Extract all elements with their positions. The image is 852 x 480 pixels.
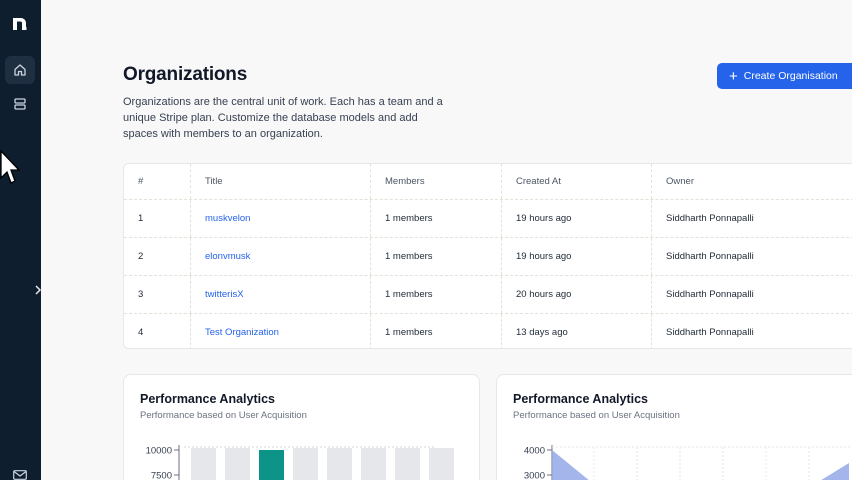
column-header[interactable]: Created At: [502, 164, 652, 199]
sidebar: [0, 0, 47, 480]
card-subtitle: Performance based on User Acquisition: [140, 410, 307, 421]
table-row[interactable]: 3 twitterisX 1 members 20 hours ago Sidd…: [124, 276, 852, 314]
sidebar-item-home[interactable]: [5, 56, 35, 84]
column-header[interactable]: Members: [371, 164, 502, 199]
owner-name: Siddharth Ponnapalli: [666, 251, 754, 262]
row-number: 4: [124, 314, 191, 348]
owner-name: Siddharth Ponnapalli: [666, 289, 754, 300]
y-tick-label: 3000: [524, 471, 545, 480]
card-title: Performance Analytics: [140, 392, 276, 406]
column-header[interactable]: #: [124, 164, 191, 199]
owner-name: Siddharth Ponnapalli: [666, 326, 754, 338]
organization-link[interactable]: Test Organization: [191, 314, 371, 348]
table-row[interactable]: 4 Test Organization 1 members 13 days ag…: [124, 314, 852, 348]
create-organisation-label: Create Organisation: [743, 70, 838, 82]
members-count: 1 members: [371, 200, 502, 237]
bar: [429, 448, 454, 480]
performance-analytics-card: Performance Analytics Performance based …: [496, 374, 852, 480]
bar-chart: 10000 7500: [146, 445, 454, 480]
mail-icon[interactable]: [13, 470, 27, 480]
area-series: [821, 463, 849, 480]
area-series: [552, 450, 589, 480]
page-description: Organizations are the central unit of wo…: [123, 96, 443, 140]
row-number: 3: [124, 276, 191, 313]
bar: [259, 450, 284, 480]
bar: [191, 448, 216, 480]
column-header[interactable]: Owner: [652, 164, 852, 199]
bar: [293, 448, 318, 480]
owner-name: Siddharth Ponnapalli: [666, 213, 754, 224]
bar: [327, 448, 352, 480]
members-count: 1 members: [371, 276, 502, 313]
created-at: 19 hours ago: [502, 200, 652, 237]
sidebar-item-database[interactable]: [5, 90, 35, 118]
bar: [225, 448, 250, 480]
table-header: # Title Members Created At Owner: [124, 164, 852, 200]
database-icon: [14, 98, 26, 110]
row-number: 2: [124, 238, 191, 275]
bar: [395, 448, 420, 480]
create-organisation-button[interactable]: + Create Organisation: [717, 63, 852, 89]
y-tick-label: 10000: [146, 446, 172, 457]
organization-link[interactable]: elonvmusk: [191, 238, 371, 275]
y-tick-label: 7500: [151, 471, 172, 480]
members-count: 1 members: [371, 314, 502, 348]
created-at: 13 days ago: [502, 314, 652, 348]
created-at: 19 hours ago: [502, 238, 652, 275]
table-row[interactable]: 1 muskvelon 1 members 19 hours ago Siddh…: [124, 200, 852, 238]
organizations-table: # Title Members Created At Owner 1 muskv…: [123, 163, 852, 349]
created-at: 20 hours ago: [502, 276, 652, 313]
y-tick-label: 4000: [524, 446, 545, 457]
main-content: Organizations Organizations are the cent…: [41, 0, 852, 480]
bar: [361, 448, 386, 480]
members-count: 1 members: [371, 238, 502, 275]
home-icon: [14, 64, 26, 76]
brand-logo[interactable]: [11, 15, 29, 33]
card-title: Performance Analytics: [513, 392, 649, 406]
card-subtitle: Performance based on User Acquisition: [513, 410, 680, 421]
area-chart: 4000 3000: [524, 445, 852, 480]
performance-analytics-card: Performance Analytics Performance based …: [123, 374, 480, 480]
mouse-cursor-icon: [0, 150, 21, 184]
column-header[interactable]: Title: [191, 164, 371, 199]
table-row[interactable]: 2 elonvmusk 1 members 19 hours ago Siddh…: [124, 238, 852, 276]
organization-link[interactable]: twitterisX: [191, 276, 371, 313]
page-title: Organizations: [123, 64, 248, 85]
plus-icon: +: [729, 67, 738, 85]
organization-link[interactable]: muskvelon: [191, 200, 371, 237]
row-number: 1: [124, 200, 191, 237]
